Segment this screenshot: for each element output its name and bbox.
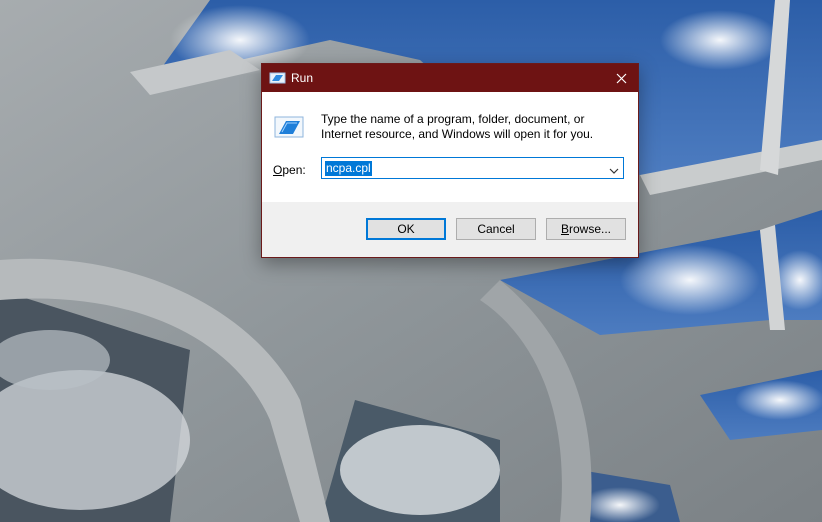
cancel-button[interactable]: Cancel xyxy=(456,218,536,240)
dialog-content: Type the name of a program, folder, docu… xyxy=(262,92,638,202)
dialog-description: Type the name of a program, folder, docu… xyxy=(321,112,594,141)
open-combobox[interactable]: ncpa.cpl xyxy=(321,157,624,179)
run-program-icon xyxy=(273,114,307,142)
open-label-access-key: O xyxy=(273,163,283,177)
chevron-down-icon xyxy=(609,168,619,174)
close-icon xyxy=(616,73,626,83)
browse-access-key: B xyxy=(560,222,569,236)
open-label: Open: xyxy=(273,163,306,178)
dropdown-button[interactable] xyxy=(609,163,619,174)
command-input[interactable]: ncpa.cpl xyxy=(325,161,372,176)
close-button[interactable] xyxy=(604,64,638,92)
run-icon xyxy=(269,70,287,86)
browse-label: rowse... xyxy=(569,222,612,236)
dialog-title: Run xyxy=(291,71,314,85)
dialog-footer: OK Cancel Browse... xyxy=(262,202,638,257)
run-dialog: Run Type the name of a program, folder, … xyxy=(261,63,639,258)
desktop: Run Type the name of a program, folder, … xyxy=(0,0,822,522)
ok-button[interactable]: OK xyxy=(366,218,446,240)
browse-button[interactable]: Browse... xyxy=(546,218,626,240)
open-label-text: pen: xyxy=(282,163,306,177)
title-bar[interactable]: Run xyxy=(262,64,638,92)
